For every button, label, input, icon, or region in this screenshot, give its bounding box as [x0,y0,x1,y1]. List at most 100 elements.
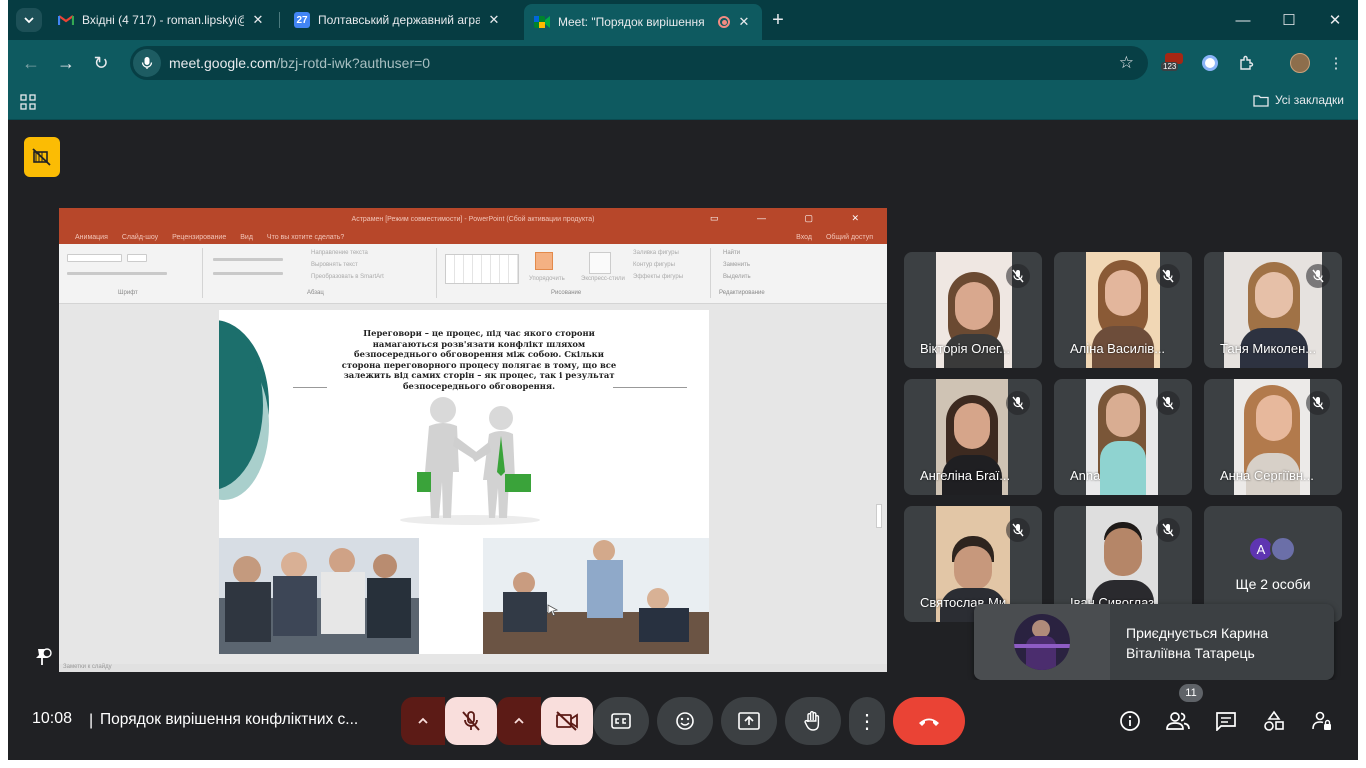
video-settings-chevron[interactable] [497,697,541,745]
tab-title: Вхідні (4 717) - roman.lipskyi@p [82,13,244,27]
pin-icon[interactable] [32,647,52,672]
apps-grid-icon[interactable] [20,94,36,110]
folder-icon [1253,94,1269,107]
close-tab-icon[interactable]: ✕ [736,14,752,30]
bookmark-star-icon[interactable]: ☆ [1119,53,1134,73]
ribbon-editing-group: Найти Заменить Выделить Редактирование [715,248,783,298]
people-button[interactable] [1163,706,1193,736]
powerpoint-title-bar: Астрамен [Режим совместимости] - PowerPo… [59,208,887,230]
host-controls-button[interactable] [1307,706,1337,736]
profile-avatar[interactable] [1289,52,1311,74]
menu-view: Вид [240,233,253,241]
avatar [1014,614,1070,670]
participant-tile[interactable]: Вікторія Олег... [904,252,1042,368]
participant-tile[interactable]: Анна Сергіївн... [1204,379,1342,495]
ribbon-text-direction: Направление текста [311,250,368,256]
video-off-icon [556,711,578,731]
ribbon-font-group: Шрифт [63,248,203,298]
ribbon-shape-outline: Контур фигуры [633,262,675,268]
meet-icon [534,14,550,30]
ribbon-shape-effects: Эффекты фигуры [633,274,684,280]
participant-name: Таня Миколен... [1220,341,1317,356]
ribbon-align-text: Выровнять текст [311,262,358,268]
raise-hand-button[interactable] [785,697,841,745]
address-bar[interactable]: meet.google.com/bzj-rotd-iwk?authuser=0 … [130,46,1148,80]
people-count-badge: 11 [1179,684,1203,702]
camera-control [497,697,593,745]
chat-icon [1216,712,1236,731]
hidden-tile-button[interactable] [24,137,60,177]
slide-body-text: Переговори – це процес, під час якого ст… [341,328,617,391]
participant-tile[interactable]: Anna [1054,379,1192,495]
menu-slideshow: Слайд-шоу [121,233,159,241]
shapes-icon [1264,710,1284,731]
microphone-control [401,697,497,745]
tab-gmail[interactable]: Вхідні (4 717) - roman.lipskyi@p ✕ [48,4,276,36]
people-icon [1166,712,1190,730]
menu-share: Общий доступ [825,233,873,241]
ribbon-quick-styles: Экспресс-стили [581,276,625,282]
reactions-button[interactable] [657,697,713,745]
video-off-icon [32,148,51,166]
back-button[interactable]: ← [18,50,44,76]
url-text: meet.google.com/bzj-rotd-iwk?authuser=0 [169,55,430,71]
tab-meet[interactable]: Meet: "Порядок вирішення ✕ [524,4,762,40]
ribbon-drawing-label: Рисование [551,290,582,296]
chat-button[interactable] [1211,706,1241,736]
reload-button[interactable]: ↻ [88,50,114,76]
present-screen-button[interactable] [721,697,777,745]
audio-settings-chevron[interactable] [401,697,445,745]
participant-tile[interactable]: Таня Миколен... [1204,252,1342,368]
mic-off-icon [1006,518,1030,542]
gmail-icon [58,12,74,28]
more-options-button[interactable]: ⋮ [849,697,885,745]
url-host: meet.google.com [169,55,277,71]
activities-button[interactable] [1259,706,1289,736]
powerpoint-window-title: Астрамен [Режим совместимости] - PowerPo… [351,215,595,223]
slide-notes-label: Заметки к слайду [63,664,112,670]
calendar-icon: 27 [294,12,310,28]
mic-off-icon [1306,264,1330,288]
microphone-icon[interactable] [133,49,161,77]
meeting-details-button[interactable] [1115,706,1145,736]
present-screen-icon [738,712,760,730]
menu-animation: Анимация [75,233,108,241]
mic-off-icon [462,711,480,731]
camera-toggle-button[interactable] [541,697,593,745]
chevron-down-icon [24,17,34,24]
captions-button[interactable] [593,697,649,745]
slide-rule-left [293,387,327,388]
mic-off-icon [1156,391,1180,415]
participant-tile[interactable]: Ангеліна Бraї... [904,379,1042,495]
extensions-puzzle-icon[interactable] [1235,52,1257,74]
extension-circle-icon[interactable] [1199,52,1221,74]
new-tab-button[interactable]: + [766,8,790,32]
more-participants-label: Ще 2 особи [1235,576,1311,592]
leave-call-button[interactable] [893,697,965,745]
more-vert-icon: ⋮ [857,710,877,733]
info-icon [1120,711,1140,731]
emoji-icon [676,712,694,730]
extension-mail-icon[interactable]: 123 [1161,53,1185,75]
all-bookmarks-folder[interactable]: Усі закладки [1253,93,1344,107]
tab-search-button[interactable] [16,8,42,32]
ribbon-replace: Заменить [723,262,750,268]
close-tab-icon[interactable]: ✕ [250,12,266,28]
minimize-button[interactable]: — [1228,8,1258,32]
participant-name: Анна Сергіївн... [1220,468,1314,483]
lock-person-icon [1312,711,1331,730]
handshake-figures-illustration [400,397,540,525]
forward-button[interactable]: → [53,50,79,76]
close-tab-icon[interactable]: ✕ [486,12,502,28]
mic-off-icon [1006,391,1030,415]
maximize-button[interactable]: ☐ [1274,8,1304,32]
menu-tell-me: Что вы хотите сделать? [266,233,345,241]
powerpoint-menu: Анимация Слайд-шоу Рецензирование Вид Чт… [59,230,887,244]
mic-toggle-button[interactable] [445,697,497,745]
participant-tile[interactable]: Аліна Василів... [1054,252,1192,368]
recording-icon [718,16,730,28]
tab-university[interactable]: 27 Полтавський державний аграр ✕ [284,4,512,36]
meeting-title: Порядок вирішення конфліктних с... [100,711,359,728]
browser-menu-icon[interactable]: ⋮ [1325,52,1347,74]
close-window-button[interactable]: ✕ [1320,8,1350,32]
